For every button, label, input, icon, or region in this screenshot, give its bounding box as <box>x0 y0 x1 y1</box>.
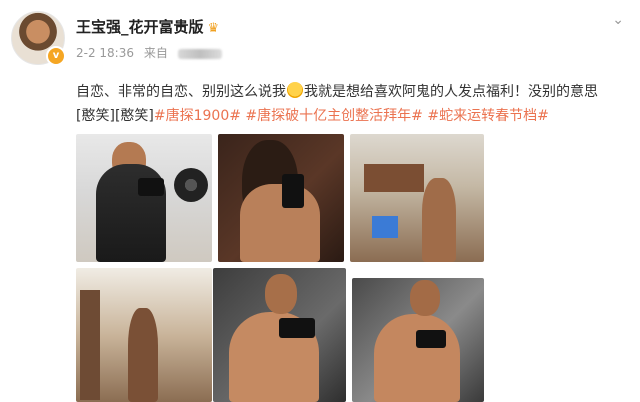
photo-3[interactable] <box>350 134 484 262</box>
photo-figure <box>410 280 440 316</box>
verified-badge: v <box>46 46 66 66</box>
emoji-text-1: [憨笑] <box>76 108 115 124</box>
blurred-source <box>177 48 222 59</box>
post-date[interactable]: 2-2 18:36 <box>76 46 134 60</box>
photo-figure <box>240 184 320 262</box>
post-source-prefix: 来自 <box>143 46 168 60</box>
avatar[interactable]: v <box>11 11 66 66</box>
crown-icon: ♛ <box>207 21 220 36</box>
photo-figure <box>128 308 158 402</box>
blue-object <box>372 216 398 238</box>
post-content: 自恋、非常的自恋、别别这么说我 我就是想给喜欢阿鬼的人发点福利！没别的意思 [憨笑]… <box>76 80 616 128</box>
phone-icon <box>279 318 315 338</box>
cabinet <box>80 290 100 400</box>
phone-icon <box>416 330 446 348</box>
username[interactable]: 王宝强_花开富贵版 ♛ <box>76 16 219 37</box>
cabinet <box>364 164 424 192</box>
content-text-2: 我就是想给喜欢阿鬼的人发点福利！没别的意思 <box>304 84 598 100</box>
emoji-text-2: [憨笑] <box>114 108 154 124</box>
photo-figure <box>374 314 460 402</box>
weight-plate <box>174 168 208 202</box>
photo-2[interactable] <box>218 134 344 262</box>
emoji-icon <box>287 82 303 98</box>
hashtag-3[interactable]: #蛇来运转春节档# <box>427 108 548 124</box>
photo-figure <box>422 178 456 262</box>
content-text-1: 自恋、非常的自恋、别别这么说我 <box>76 84 286 100</box>
hashtag-2[interactable]: #唐探破十亿主创整活拜年# <box>245 108 422 124</box>
photo-figure <box>265 274 297 314</box>
photo-4[interactable] <box>76 268 212 402</box>
phone-icon <box>138 178 164 196</box>
username-text[interactable]: 王宝强_花开富贵版 <box>76 18 204 36</box>
phone-icon <box>282 174 304 208</box>
photo-1[interactable] <box>76 134 212 262</box>
hashtag-1[interactable]: #唐探1900# <box>154 108 241 124</box>
photo-5[interactable] <box>213 268 346 402</box>
photo-6[interactable] <box>352 278 484 402</box>
chevron-down-icon[interactable]: ⌄ <box>612 12 624 28</box>
post-meta: 2-2 18:36 来自 <box>76 44 222 61</box>
